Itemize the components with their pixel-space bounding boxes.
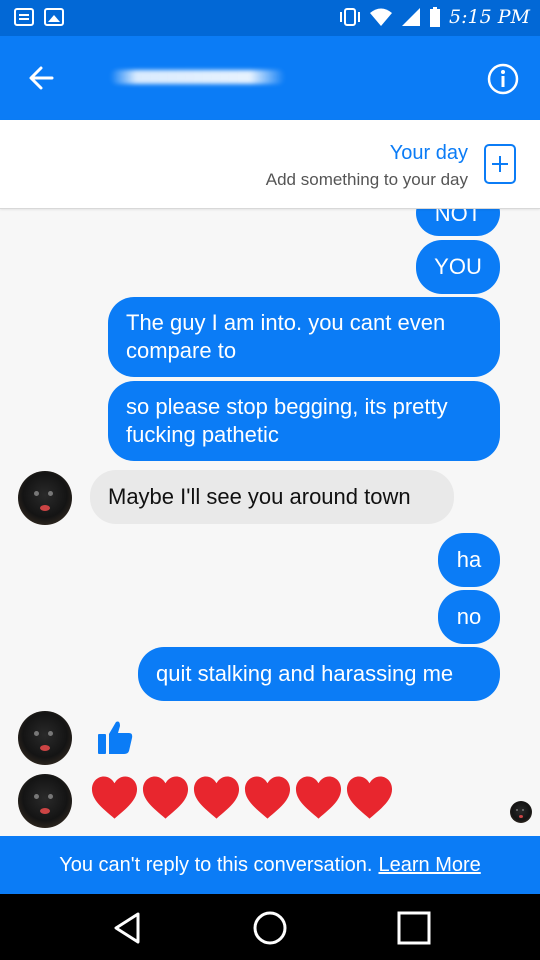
cell-signal-icon (401, 7, 421, 27)
message-text: YOU (434, 254, 482, 279)
vibrate-icon (339, 7, 361, 27)
message-text: Maybe I'll see you around town (108, 484, 411, 509)
back-button[interactable] (22, 60, 62, 96)
your-day-title[interactable]: Your day (390, 142, 468, 165)
thumbs-up-icon[interactable] (96, 718, 136, 758)
heart-icon (193, 776, 240, 819)
nav-back-icon[interactable] (108, 908, 148, 948)
blurred-contact-name (110, 70, 285, 84)
nav-home-icon[interactable] (250, 908, 290, 948)
status-bar: 5:15 PM (0, 0, 540, 36)
message-text: quit stalking and harassing me (156, 661, 454, 686)
cannot-reply-text: You can't reply to this conversation. (59, 853, 373, 876)
contact-avatar[interactable] (18, 711, 72, 765)
system-indicators: 5:15 PM (339, 6, 530, 28)
message-outgoing[interactable]: no (438, 590, 500, 644)
heart-icon (244, 776, 291, 819)
navigation-bar (0, 894, 540, 960)
message-text: no (456, 604, 482, 629)
heart-icon (142, 776, 189, 819)
arrow-left-icon (29, 66, 54, 90)
info-icon (487, 63, 519, 95)
heart-stickers[interactable] (90, 774, 394, 822)
message-notification-icon (14, 8, 34, 26)
plus-box-icon[interactable] (484, 144, 516, 184)
message-outgoing[interactable]: ha (438, 533, 500, 587)
image-notification-icon (44, 8, 64, 26)
conversation[interactable]: NOT YOU The guy I am into. you cant even… (0, 120, 540, 836)
heart-icon (295, 776, 342, 819)
cannot-reply-banner: You can't reply to this conversation. Le… (0, 836, 540, 894)
info-button[interactable] (486, 62, 520, 96)
message-outgoing[interactable]: The guy I am into. you cant even compare… (108, 297, 500, 377)
contact-avatar[interactable] (18, 774, 72, 828)
message-text: ha (456, 547, 482, 572)
learn-more-link[interactable]: Learn More (378, 854, 480, 877)
battery-icon (429, 7, 441, 27)
message-outgoing[interactable]: YOU (416, 240, 500, 294)
your-day-subtitle: Add something to your day (265, 170, 468, 189)
notification-icons (14, 8, 64, 26)
clock: 5:15 PM (449, 6, 530, 28)
heart-icon (346, 776, 393, 819)
wifi-icon (369, 7, 393, 27)
message-outgoing[interactable]: quit stalking and harassing me (138, 647, 500, 701)
contact-avatar[interactable] (18, 471, 72, 525)
message-text: The guy I am into. you cant even compare… (126, 310, 446, 363)
nav-recents-icon[interactable] (394, 908, 434, 948)
your-day-panel[interactable]: Your day Add something to your day (0, 120, 540, 209)
heart-icon (91, 776, 138, 819)
app-bar (0, 36, 540, 120)
message-text: so please stop begging, its pretty fucki… (126, 394, 448, 447)
message-incoming[interactable]: Maybe I'll see you around town (90, 470, 454, 524)
read-receipt-avatar (510, 801, 532, 823)
message-outgoing[interactable]: so please stop begging, its pretty fucki… (108, 381, 500, 461)
